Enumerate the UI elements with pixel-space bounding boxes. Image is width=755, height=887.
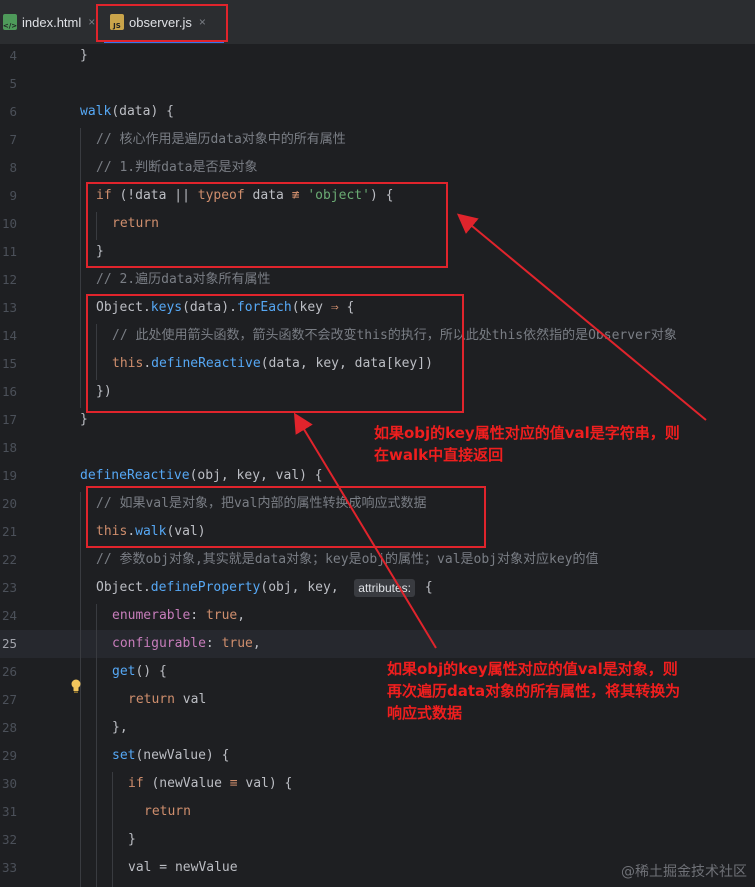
html-file-icon: </> — [3, 14, 17, 30]
code-editor[interactable]: 4} 5 6 walk(data) {7// 核心作用是遍历data对象中的所有属性 8… — [0, 44, 755, 887]
tab-label: index.html — [22, 14, 82, 30]
editor-tab-bar: </> index.html × JS observer.js × — [0, 0, 755, 45]
annotation-note-object: 如果obj的key属性对应的值val是对象，则 再次遍历data对象的所有属性，… — [387, 660, 681, 722]
lightbulb-icon[interactable] — [70, 679, 82, 693]
watermark: @稀土掘金技术社区 — [621, 864, 747, 880]
highlight-box-tab — [96, 4, 228, 42]
tab-index-html[interactable]: </> index.html × — [3, 0, 95, 44]
close-icon[interactable]: × — [88, 15, 95, 29]
arrow-to-if-check — [456, 213, 707, 421]
annotation-note-string: 如果obj的key属性对应的值val是字符串，则 在walk中直接返回 — [374, 424, 680, 464]
